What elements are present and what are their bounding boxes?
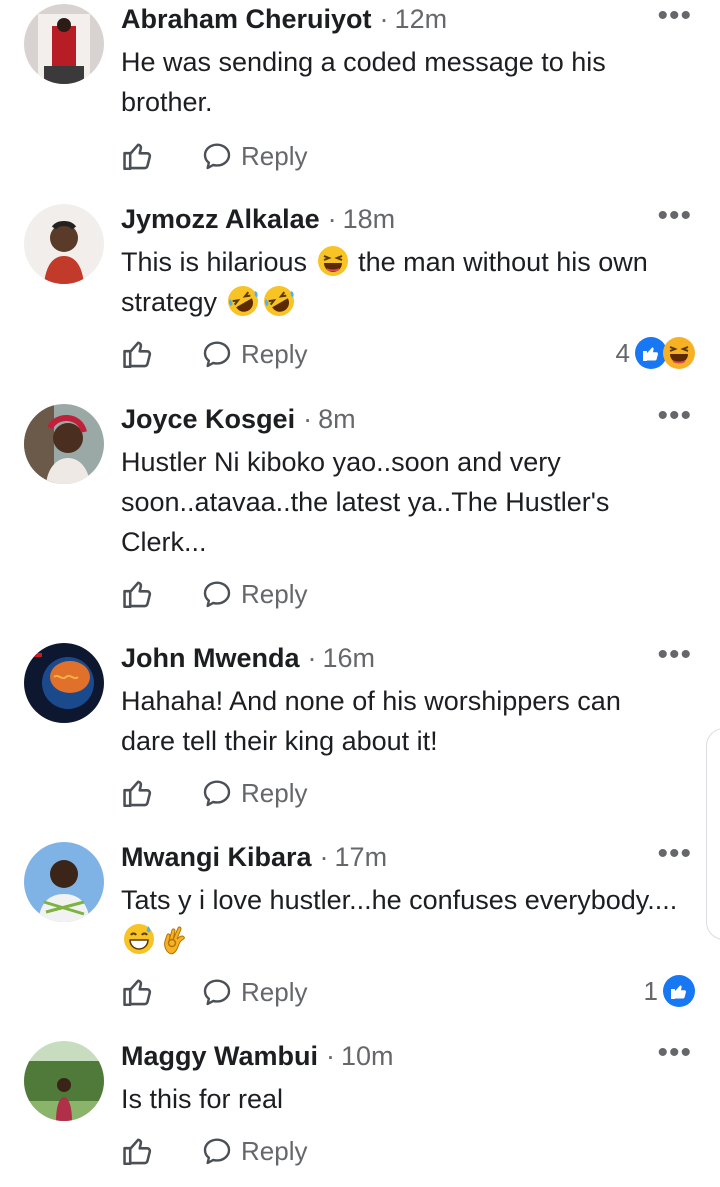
separator-dot: · — [303, 404, 313, 434]
grinning-sweat-emoji-icon — [123, 923, 155, 955]
comment-header: Abraham Cheruiyot · 12m — [121, 4, 447, 35]
comment-header: Mwangi Kibara · 17m — [121, 842, 387, 873]
comment-text: He was sending a coded message to his br… — [121, 47, 606, 117]
separator-dot: · — [326, 1041, 336, 1071]
comment-actions: Reply — [121, 1131, 307, 1171]
comment-text: This is hilarious the man without his ow… — [121, 242, 681, 322]
reply-button[interactable]: Reply — [201, 777, 307, 809]
comment-text: Hahaha! And none of his worshippers can … — [121, 686, 621, 756]
reply-label: Reply — [241, 578, 308, 609]
ok-hand-emoji-icon — [159, 923, 191, 955]
comment-actions: Reply — [121, 136, 307, 176]
reply-icon — [201, 777, 233, 809]
like-icon[interactable] — [121, 139, 155, 173]
comment-actions: Reply — [121, 334, 307, 374]
like-icon[interactable] — [121, 975, 155, 1009]
laughing-face-emoji-icon — [317, 245, 349, 277]
comment-text: Tats y i love hustler...he confuses ever… — [121, 880, 681, 960]
comment-text-part: Tats y i love hustler...he confuses ever… — [121, 885, 678, 915]
separator-dot: · — [307, 643, 317, 673]
reaction-summary[interactable]: 1 — [644, 974, 696, 1008]
edge-panel-handle[interactable] — [706, 728, 720, 940]
comment-time[interactable]: 12m — [395, 4, 448, 34]
reply-button[interactable]: Reply — [201, 1135, 307, 1167]
reply-label: Reply — [241, 338, 308, 369]
reaction-count: 1 — [643, 975, 658, 1006]
comment-text: Is this for real — [121, 1084, 284, 1114]
comment-text-part: This is hilarious — [121, 247, 308, 277]
separator-dot: · — [379, 4, 389, 34]
reply-icon — [201, 1135, 233, 1167]
avatar[interactable] — [24, 1041, 104, 1121]
reply-icon — [201, 578, 233, 610]
reply-icon — [201, 976, 233, 1008]
like-icon[interactable] — [121, 776, 155, 810]
commenter-name[interactable]: Jymozz Alkalae — [121, 204, 320, 234]
like-icon[interactable] — [121, 337, 155, 371]
comment-text: Hustler Ni kiboko yao..soon and very soo… — [121, 447, 610, 557]
commenter-name[interactable]: Joyce Kosgei — [121, 404, 295, 434]
comment-header: Jymozz Alkalae · 18m — [121, 204, 395, 235]
comment-actions: Reply — [121, 773, 307, 813]
reply-icon — [201, 140, 233, 172]
comment-time[interactable]: 8m — [318, 404, 356, 434]
avatar[interactable] — [24, 643, 104, 723]
more-options-icon[interactable]: ••• — [657, 1, 692, 31]
more-options-icon[interactable]: ••• — [657, 640, 692, 670]
commenter-name[interactable]: Abraham Cheruiyot — [121, 4, 372, 34]
comment-header: Maggy Wambui · 10m — [121, 1041, 394, 1072]
reaction-summary[interactable]: 4 — [616, 336, 696, 370]
avatar[interactable] — [24, 4, 104, 84]
reply-label: Reply — [241, 976, 308, 1007]
comment-actions: Reply — [121, 972, 307, 1012]
separator-dot: · — [319, 842, 329, 872]
reply-button[interactable]: Reply — [201, 338, 307, 370]
comment-header: Joyce Kosgei · 8m — [121, 404, 356, 435]
comment-actions: Reply — [121, 574, 307, 614]
reply-label: Reply — [241, 777, 308, 808]
reply-label: Reply — [241, 140, 308, 171]
reply-button[interactable]: Reply — [201, 976, 307, 1008]
reaction-count: 4 — [615, 337, 630, 368]
rofl-emoji-icon — [263, 285, 295, 317]
reply-button[interactable]: Reply — [201, 140, 307, 172]
like-icon[interactable] — [121, 577, 155, 611]
commenter-name[interactable]: John Mwenda — [121, 643, 300, 673]
reply-button[interactable]: Reply — [201, 578, 307, 610]
rofl-emoji-icon — [227, 285, 259, 317]
more-options-icon[interactable]: ••• — [657, 839, 692, 869]
more-options-icon[interactable]: ••• — [657, 201, 692, 231]
avatar[interactable] — [24, 404, 104, 484]
more-options-icon[interactable]: ••• — [657, 1038, 692, 1068]
like-reaction-icon — [662, 974, 696, 1008]
comment-time[interactable]: 18m — [343, 204, 396, 234]
comment-time[interactable]: 17m — [335, 842, 388, 872]
commenter-name[interactable]: Mwangi Kibara — [121, 842, 312, 872]
commenter-name[interactable]: Maggy Wambui — [121, 1041, 318, 1071]
reply-label: Reply — [241, 1135, 308, 1166]
comment-time[interactable]: 10m — [341, 1041, 394, 1071]
like-icon[interactable] — [121, 1134, 155, 1168]
haha-reaction-icon — [662, 336, 696, 370]
reply-icon — [201, 338, 233, 370]
more-options-icon[interactable]: ••• — [657, 401, 692, 431]
comment-time[interactable]: 16m — [323, 643, 376, 673]
avatar[interactable] — [24, 842, 104, 922]
comment-header: John Mwenda · 16m — [121, 643, 375, 674]
avatar[interactable] — [24, 204, 104, 284]
separator-dot: · — [327, 204, 337, 234]
